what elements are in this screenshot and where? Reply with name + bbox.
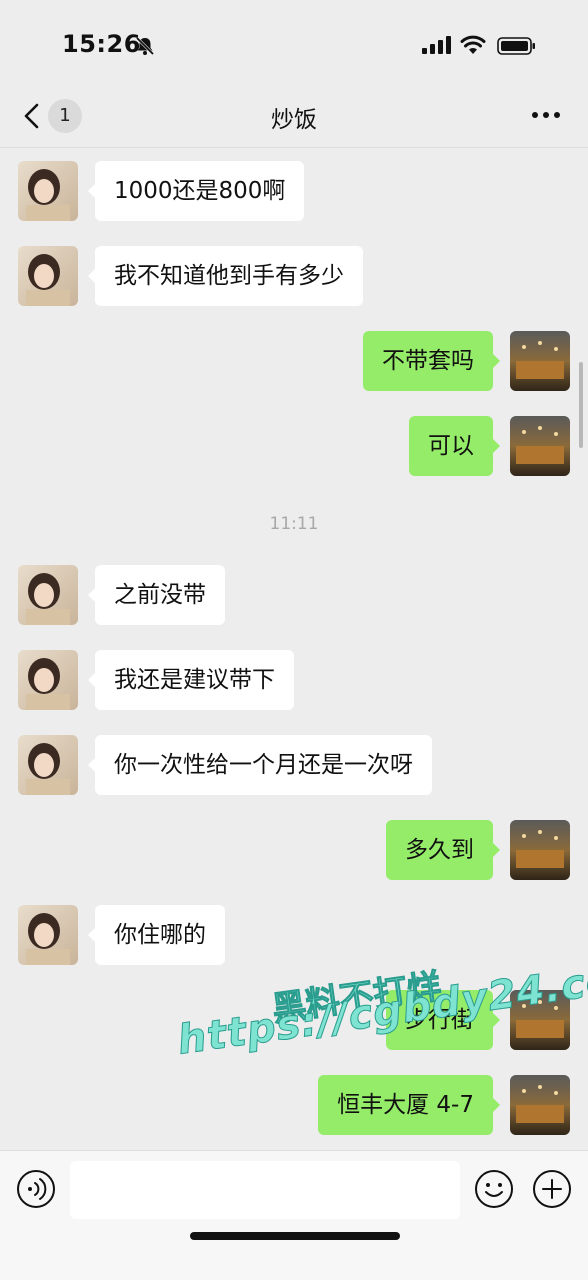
nav-bar: 1 炒饭	[0, 86, 588, 148]
message-bubble-outgoing[interactable]: 多久到	[386, 820, 500, 880]
message-row: 不带套吗	[0, 331, 588, 391]
message-bubble-outgoing[interactable]: 不带套吗	[363, 331, 500, 391]
message-timestamp: 11:11	[269, 514, 319, 534]
message-bubble-incoming[interactable]: 之前没带	[88, 565, 225, 625]
signal-icon	[422, 36, 451, 54]
message-bubble-incoming[interactable]: 你一次性给一个月还是一次呀	[88, 735, 432, 795]
avatar[interactable]	[18, 161, 78, 221]
message-row: 你一次性给一个月还是一次呀	[0, 735, 588, 795]
bell-slash-icon	[135, 36, 155, 56]
message-input[interactable]	[70, 1161, 460, 1219]
voice-icon[interactable]	[16, 1169, 56, 1209]
message-bubble-incoming[interactable]: 1000还是800啊	[87, 161, 305, 221]
message-row: 多久到	[0, 820, 588, 880]
battery-icon	[497, 37, 535, 55]
message-bubble-outgoing[interactable]: 可以	[409, 416, 500, 476]
message-bubble-incoming[interactable]: 我还是建议带下	[88, 650, 294, 710]
plus-icon[interactable]	[532, 1169, 572, 1209]
status-bar: 15:26	[0, 0, 588, 86]
message-bubble-incoming[interactable]: 我不知道他到手有多少	[88, 246, 363, 306]
message-row: 之前没带	[0, 565, 588, 625]
avatar[interactable]	[18, 735, 78, 795]
chat-title: 炒饭	[271, 107, 317, 133]
avatar[interactable]	[18, 565, 78, 625]
message-row: 你住哪的	[0, 905, 588, 965]
input-bar	[0, 1150, 588, 1280]
avatar[interactable]	[18, 650, 78, 710]
home-indicator[interactable]	[190, 1232, 400, 1240]
message-bubble-outgoing[interactable]: 恒丰大厦 4-7	[318, 1075, 500, 1135]
scroll-indicator[interactable]	[579, 362, 583, 448]
wifi-icon	[460, 35, 486, 54]
emoji-icon[interactable]	[474, 1169, 514, 1209]
avatar[interactable]	[510, 820, 570, 880]
avatar[interactable]	[510, 1075, 570, 1135]
avatar[interactable]	[18, 905, 78, 965]
status-time: 15:26	[62, 30, 141, 58]
message-bubble-incoming[interactable]: 你住哪的	[88, 905, 225, 965]
avatar[interactable]	[510, 331, 570, 391]
message-row: 我还是建议带下	[0, 650, 588, 710]
avatar[interactable]	[510, 416, 570, 476]
message-row: 我不知道他到手有多少	[0, 246, 588, 306]
more-icon[interactable]	[528, 100, 564, 130]
avatar[interactable]	[18, 246, 78, 306]
message-row: 可以	[0, 416, 588, 476]
message-row: 恒丰大厦 4-7	[0, 1075, 588, 1135]
message-row: 1000还是800啊	[0, 161, 588, 221]
